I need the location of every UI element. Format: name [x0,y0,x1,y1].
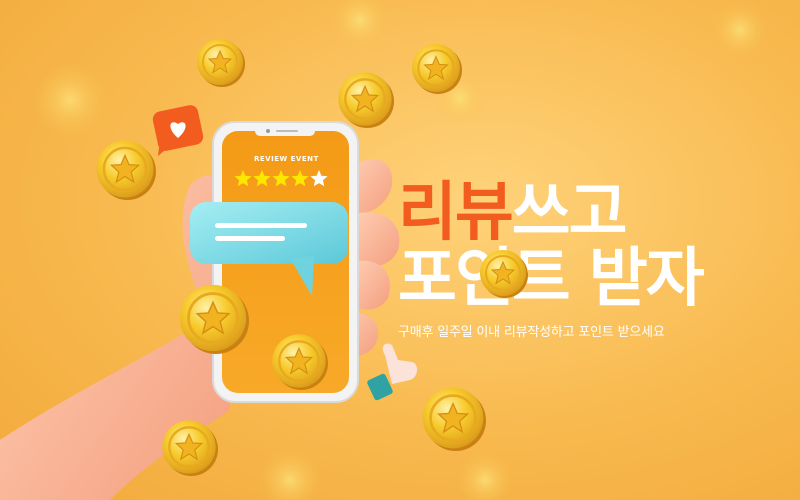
headline: 리뷰쓰고 포인트 받자 [398,180,798,312]
headline-accent: 리뷰 [398,176,514,250]
review-event-label: REVIEW EVENT [254,155,319,163]
coin-star-icon [95,139,156,200]
blurred-coin-icon [712,2,768,58]
speaker-icon [276,130,298,132]
headline-rest: 쓰고 [511,176,628,250]
blurred-coin-icon [32,62,108,138]
headline-line-1: 리뷰쓰고 [398,180,798,246]
blurred-coin-icon [258,448,322,500]
subtitle: 구매후 일주일 이내 리뷰작성하고 포인트 받으세요 [398,325,665,340]
coin-star-icon [161,419,218,476]
heart-bubble-icon [152,105,204,156]
camera-icon [266,129,270,133]
blurred-coin-icon [330,0,390,50]
thumbs-up-icon [367,343,418,401]
coin-star-icon [337,71,394,128]
headline-line-2: 포인트 받자 [398,242,705,316]
coin-star-icon [411,43,462,94]
blurred-coin-icon [457,452,513,500]
coin-star-icon [196,38,245,87]
coin-star-icon [421,386,486,451]
